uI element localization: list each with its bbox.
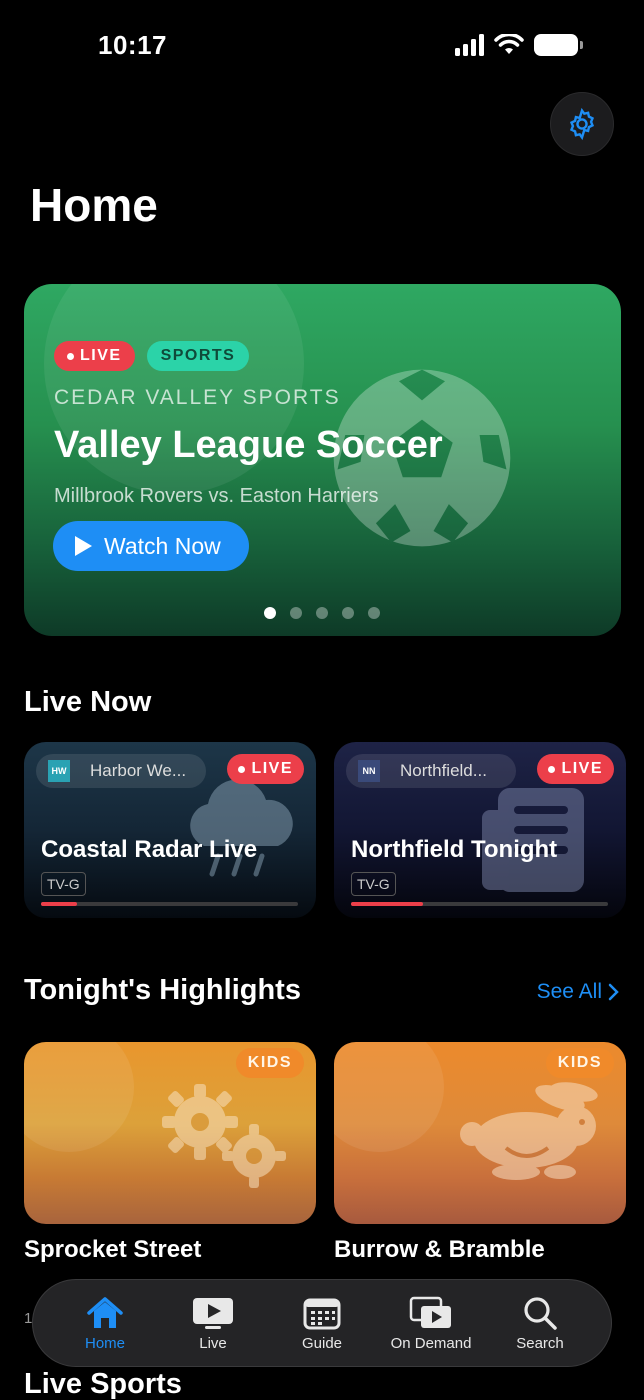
play-icon — [75, 536, 92, 556]
live-badge-label: LIVE — [80, 347, 122, 364]
hero-network: CEDAR VALLEY SPORTS — [54, 386, 341, 409]
tab-label: Guide — [301, 1335, 343, 1352]
status-bar: 10:17 — [0, 0, 644, 90]
live-card[interactable]: HW Harbor We... LIVE Coastal Radar Live … — [24, 742, 316, 918]
live-badge: LIVE — [54, 341, 135, 371]
live-dot-icon — [238, 765, 246, 773]
kids-badge: KIDS — [545, 1048, 614, 1078]
live-card[interactable]: NN Northfield... LIVE Northfield Tonight… — [334, 742, 626, 918]
tab-live[interactable]: Live — [159, 1280, 267, 1368]
page-dot[interactable] — [316, 607, 328, 619]
category-badge: SPORTS — [146, 341, 250, 371]
tab-bar: Home Live Guide On Demand Search — [32, 1279, 612, 1367]
hero-title: Valley League Soccer — [54, 424, 443, 466]
guide-grid-icon — [303, 1298, 341, 1330]
settings-button[interactable] — [550, 92, 614, 156]
tv-play-icon — [193, 1298, 233, 1329]
wifi-icon — [494, 34, 524, 54]
tab-label: Search — [516, 1335, 564, 1352]
rating-badge: TV-G — [41, 872, 86, 896]
highlight-title: Sprocket Street — [24, 1236, 202, 1263]
highlight-card[interactable]: KIDS — [334, 1042, 626, 1224]
cellular-signal-icon — [455, 34, 484, 56]
progress-fill — [41, 902, 77, 906]
progress-bar — [351, 902, 608, 906]
channel-logo: HW — [48, 760, 70, 782]
chevron-right-icon — [608, 983, 619, 1001]
channel-name: Harbor We... — [90, 761, 187, 780]
page-dot[interactable] — [264, 607, 276, 619]
watch-now-button[interactable]: Watch Now — [53, 521, 249, 571]
carousel-pagination[interactable] — [264, 607, 380, 619]
page-dot[interactable] — [290, 607, 302, 619]
live-badge-label: LIVE — [251, 760, 293, 777]
channel-chip[interactable]: NN Northfield... — [346, 754, 516, 788]
gears-icon — [162, 1084, 286, 1188]
card-glow — [24, 1042, 134, 1152]
live-dot-icon — [548, 765, 556, 773]
highlight-title: Burrow & Bramble — [334, 1236, 545, 1263]
house-icon — [87, 1297, 123, 1328]
rabbit-icon — [460, 1082, 598, 1180]
live-now-heading: Live Now — [24, 686, 152, 718]
live-card-title: Northfield Tonight — [351, 836, 558, 863]
tab-on-demand[interactable]: On Demand — [377, 1280, 485, 1368]
tab-label: On Demand — [390, 1335, 472, 1352]
channel-name: Northfield... — [400, 761, 487, 780]
tab-home[interactable]: Home — [51, 1280, 187, 1368]
page-dot[interactable] — [342, 607, 354, 619]
rain-cloud-icon — [190, 779, 293, 877]
tab-search[interactable]: Search — [486, 1280, 594, 1368]
tab-label: Home — [84, 1335, 125, 1352]
rating-badge: TV-G — [351, 872, 396, 896]
tab-label: Live — [199, 1335, 227, 1352]
see-all-label: See All — [536, 980, 602, 1003]
hero-subtitle: Millbrook Rovers vs. Easton Harriers — [54, 485, 379, 507]
status-icons — [455, 34, 583, 56]
live-badge: LIVE — [537, 754, 614, 784]
card-glow — [334, 1042, 444, 1152]
live-badge: LIVE — [227, 754, 304, 784]
highlight-card[interactable]: KIDS — [24, 1042, 316, 1224]
watch-now-label: Watch Now — [104, 532, 221, 559]
page-dot[interactable] — [368, 607, 380, 619]
progress-bar — [41, 902, 298, 906]
gear-icon — [569, 107, 595, 141]
stacked-play-icon — [409, 1296, 451, 1328]
kids-badge: KIDS — [235, 1048, 304, 1078]
page-title: Home — [30, 179, 158, 231]
search-icon — [524, 1297, 557, 1330]
live-badge-label: LIVE — [561, 760, 603, 777]
see-all-link[interactable]: See All — [537, 980, 620, 1004]
hero-badges: LIVE SPORTS — [54, 341, 250, 371]
live-card-title: Coastal Radar Live — [41, 836, 258, 863]
hero-carousel-card[interactable]: LIVE SPORTS CEDAR VALLEY SPORTS Valley L… — [24, 284, 621, 636]
status-time: 10:17 — [98, 30, 167, 60]
live-dot-icon — [67, 352, 74, 360]
tab-guide[interactable]: Guide — [268, 1280, 376, 1368]
live-sports-heading: Live Sports — [24, 1368, 182, 1400]
highlights-heading: Tonight's Highlights — [24, 974, 301, 1006]
channel-chip[interactable]: HW Harbor We... — [36, 754, 206, 788]
progress-fill — [351, 902, 423, 906]
channel-logo: NN — [358, 760, 380, 782]
battery-icon — [534, 34, 583, 56]
